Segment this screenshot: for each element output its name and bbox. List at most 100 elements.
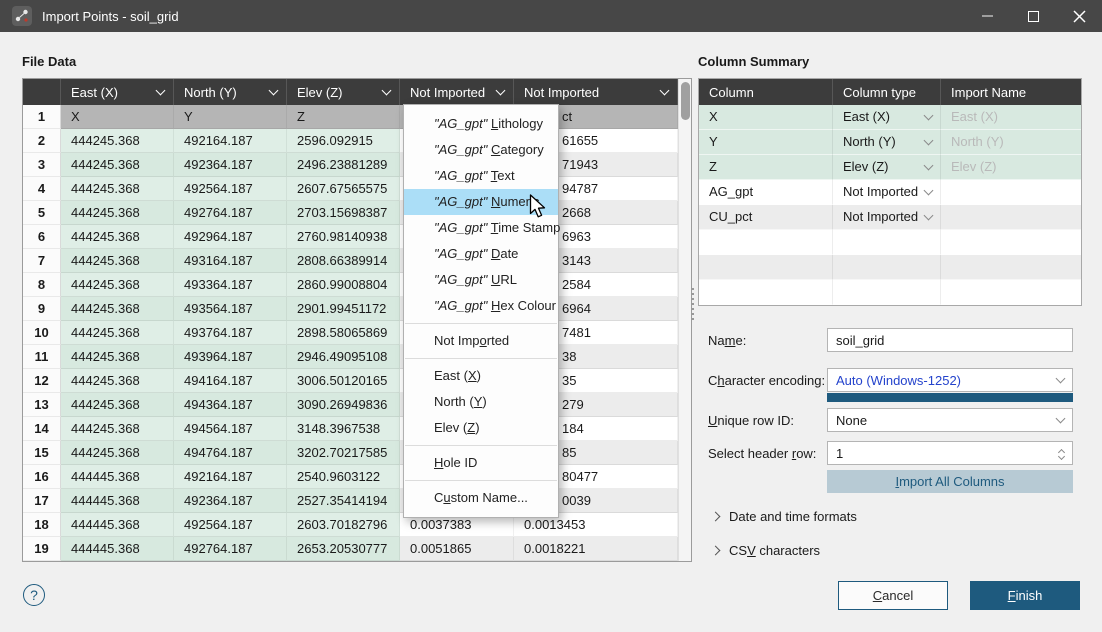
table-row[interactable]: 15444245.368494764.1873202.7021758585 bbox=[23, 441, 691, 465]
close-button[interactable] bbox=[1056, 0, 1102, 32]
cancel-button[interactable]: Cancel bbox=[838, 581, 948, 610]
table-row[interactable]: 5444245.368492764.1872703.156983872668 bbox=[23, 201, 691, 225]
menu-item[interactable]: North (Y) bbox=[404, 389, 558, 415]
table-row[interactable]: 19444445.368492764.1872653.205307770.005… bbox=[23, 537, 691, 561]
menu-item[interactable]: Elev (Z) bbox=[404, 415, 558, 441]
chevron-down-icon bbox=[660, 85, 670, 95]
table-row[interactable]: 12444245.368494164.1873006.5012016535 bbox=[23, 369, 691, 393]
menu-separator bbox=[405, 480, 557, 481]
cell: 492764.187 bbox=[174, 201, 287, 225]
table-row[interactable]: 18444445.368492564.1872603.701827960.003… bbox=[23, 513, 691, 537]
import-name: Elev (Z) bbox=[941, 155, 1081, 180]
column-type-select[interactable]: North (Y) bbox=[833, 130, 941, 155]
menu-item-prefix: "AG_gpt" bbox=[434, 298, 487, 313]
chevron-right-icon bbox=[711, 512, 721, 522]
table-row[interactable]: 7444245.368493164.1872808.663899143143 bbox=[23, 249, 691, 273]
column-type-select bbox=[833, 280, 941, 305]
cell: 444245.368 bbox=[61, 441, 174, 465]
row-number: 15 bbox=[23, 441, 61, 465]
date-time-formats-label: Date and time formats bbox=[729, 509, 857, 524]
cell: 492164.187 bbox=[174, 465, 287, 489]
row-number: 7 bbox=[23, 249, 61, 273]
column-type-select[interactable]: East (X) bbox=[833, 105, 941, 130]
cell: 492964.187 bbox=[174, 225, 287, 249]
panel-splitter-handle[interactable] bbox=[691, 288, 694, 322]
vertical-scrollbar[interactable] bbox=[678, 79, 691, 561]
menu-item[interactable]: "AG_gpt" Lithology bbox=[404, 111, 558, 137]
finish-button[interactable]: Finish bbox=[970, 581, 1080, 610]
unique-row-id-select[interactable]: None bbox=[827, 408, 1073, 432]
menu-item[interactable]: East (X) bbox=[404, 363, 558, 389]
scrollbar-thumb[interactable] bbox=[681, 82, 690, 120]
import-all-columns-button[interactable]: Import All Columns bbox=[827, 470, 1073, 493]
menu-item-label: URL bbox=[491, 272, 517, 287]
header-row-spinner[interactable]: 1 bbox=[827, 441, 1073, 465]
menu-item[interactable]: "AG_gpt" Category bbox=[404, 137, 558, 163]
file-data-body: 1XYZct2444245.368492164.1872596.09291561… bbox=[23, 105, 691, 561]
column-header[interactable]: East (X) bbox=[61, 79, 174, 105]
table-row[interactable]: 8444245.368493364.1872860.990088042584 bbox=[23, 273, 691, 297]
table-row[interactable]: 16444445.368492164.1872540.960312280477 bbox=[23, 465, 691, 489]
table-row[interactable]: 10444245.368493764.1872898.580658697481 bbox=[23, 321, 691, 345]
character-encoding-select[interactable]: Auto (Windows-1252) bbox=[827, 368, 1073, 392]
file-data-section-title: File Data bbox=[22, 54, 76, 69]
table-row[interactable]: 9444245.368493564.1872901.994511726964 bbox=[23, 297, 691, 321]
table-row[interactable]: 14444245.368494564.1873148.3967538184 bbox=[23, 417, 691, 441]
csv-characters-label: CSV characters bbox=[729, 543, 820, 558]
cell: 2901.99451172 bbox=[287, 297, 400, 321]
table-row[interactable]: 4444245.368492564.1872607.6756557594787 bbox=[23, 177, 691, 201]
menu-separator bbox=[405, 445, 557, 446]
cell: 444245.368 bbox=[61, 297, 174, 321]
cell: 3148.3967538 bbox=[287, 417, 400, 441]
name-input[interactable]: soil_grid bbox=[827, 328, 1073, 352]
row-number: 13 bbox=[23, 393, 61, 417]
column-header[interactable]: Not Imported bbox=[514, 79, 678, 105]
table-row[interactable]: 13444245.368494364.1873090.26949836279 bbox=[23, 393, 691, 417]
chevron-down-icon bbox=[156, 85, 166, 95]
column-header[interactable]: North (Y) bbox=[174, 79, 287, 105]
chevron-down-icon bbox=[924, 135, 934, 145]
file-data-header-row: East (X)North (Y)Elev (Z)Not ImportedNot… bbox=[23, 79, 691, 105]
cell: 444245.368 bbox=[61, 177, 174, 201]
table-row[interactable]: 6444245.368492964.1872760.981409386963 bbox=[23, 225, 691, 249]
row-number: 3 bbox=[23, 153, 61, 177]
cell: 444245.368 bbox=[61, 321, 174, 345]
cell: 492364.187 bbox=[174, 153, 287, 177]
name-label: Name: bbox=[708, 333, 746, 348]
column-type-value: Not Imported bbox=[843, 180, 918, 204]
menu-item[interactable]: "AG_gpt" URL bbox=[404, 267, 558, 293]
table-row[interactable]: 3444245.368492364.1872496.2388128971943 bbox=[23, 153, 691, 177]
date-time-formats-expander[interactable]: Date and time formats bbox=[712, 509, 857, 524]
column-type-value: Not Imported bbox=[843, 205, 918, 229]
summary-row: CU_pctNot Imported bbox=[699, 205, 1081, 230]
spinner-down-icon[interactable] bbox=[1058, 453, 1065, 460]
minimize-button[interactable] bbox=[964, 0, 1010, 32]
cell: 2946.49095108 bbox=[287, 345, 400, 369]
help-icon: ? bbox=[30, 587, 38, 603]
cell: 493364.187 bbox=[174, 273, 287, 297]
chevron-down-icon bbox=[1056, 413, 1066, 423]
help-button[interactable]: ? bbox=[23, 584, 45, 606]
column-type-select[interactable]: Not Imported bbox=[833, 180, 941, 205]
summary-column-name bbox=[699, 255, 833, 280]
table-row[interactable]: 17444445.368492364.1872527.354141940039 bbox=[23, 489, 691, 513]
menu-item[interactable]: Not Imported bbox=[404, 328, 558, 354]
table-row[interactable]: 11444245.368493964.1872946.4909510838 bbox=[23, 345, 691, 369]
table-row[interactable]: 1XYZct bbox=[23, 105, 691, 129]
column-type-select[interactable]: Not Imported bbox=[833, 205, 941, 230]
cell: 2860.99008804 bbox=[287, 273, 400, 297]
menu-item[interactable]: Custom Name... bbox=[404, 485, 558, 511]
maximize-icon bbox=[1028, 11, 1039, 22]
table-row[interactable]: 2444245.368492164.1872596.09291561655 bbox=[23, 129, 691, 153]
csv-characters-expander[interactable]: CSV characters bbox=[712, 543, 820, 558]
column-header[interactable]: Not Imported bbox=[400, 79, 514, 105]
menu-item[interactable]: Hole ID bbox=[404, 450, 558, 476]
menu-item[interactable]: "AG_gpt" Hex Colour bbox=[404, 293, 558, 319]
file-data-table: East (X)North (Y)Elev (Z)Not ImportedNot… bbox=[22, 78, 692, 562]
column-type-select[interactable]: Elev (Z) bbox=[833, 155, 941, 180]
menu-item[interactable]: "AG_gpt" Text bbox=[404, 163, 558, 189]
maximize-button[interactable] bbox=[1010, 0, 1056, 32]
import-name bbox=[941, 230, 1081, 255]
column-header[interactable]: Elev (Z) bbox=[287, 79, 400, 105]
menu-item[interactable]: "AG_gpt" Date bbox=[404, 241, 558, 267]
